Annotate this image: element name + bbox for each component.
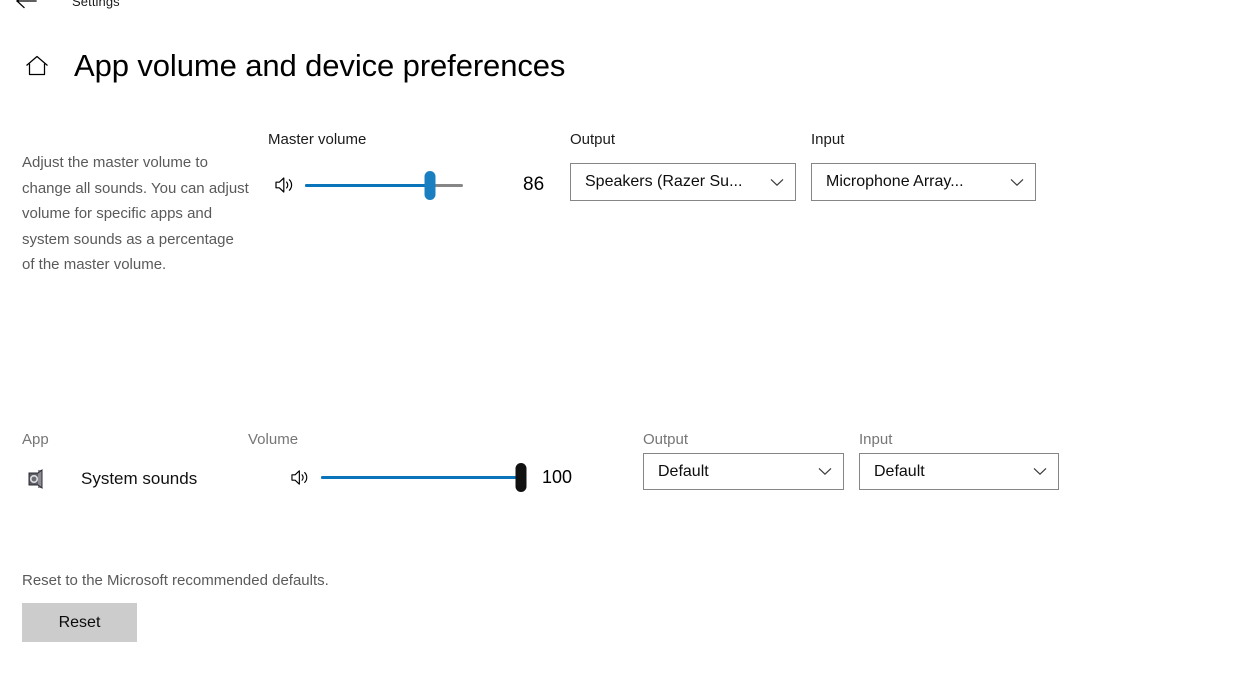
volume-column-header: Volume [248, 431, 299, 448]
list-item: System sounds [22, 465, 197, 493]
master-volume-value: 86 [523, 174, 545, 195]
slider-thumb[interactable] [424, 170, 436, 200]
app-input-column-header: Input [859, 431, 893, 448]
system-sounds-icon [22, 465, 52, 493]
app-input-dropdown[interactable]: Default [859, 453, 1059, 490]
master-input-value: Microphone Array... [826, 173, 964, 190]
chevron-down-icon [1008, 173, 1026, 191]
slider-fill [305, 183, 430, 187]
master-volume-slider[interactable] [305, 170, 463, 200]
master-volume-slider-row: 86 [272, 170, 544, 200]
app-output-dropdown[interactable]: Default [643, 453, 844, 490]
master-input-dropdown[interactable]: Microphone Array... [811, 163, 1036, 201]
speaker-icon[interactable] [272, 173, 298, 197]
app-name: System sounds [81, 469, 198, 488]
reset-button[interactable]: Reset [22, 603, 137, 642]
slider-fill [321, 475, 521, 479]
master-output-value: Speakers (Razer Su... [585, 173, 743, 190]
chevron-down-icon [816, 463, 834, 481]
master-input-label: Input [811, 131, 845, 148]
chevron-down-icon [768, 173, 786, 191]
home-icon[interactable] [22, 51, 52, 81]
settings-app-name: Settings [72, 0, 120, 9]
page-header: App volume and device preferences [22, 48, 565, 84]
app-volume-slider[interactable] [321, 462, 527, 492]
master-volume-description: Adjust the master volume to change all s… [22, 154, 249, 273]
back-arrow-icon[interactable] [12, 0, 42, 12]
settings-titlebar: Settings [0, 0, 1257, 14]
app-volume-value: 100 [542, 466, 573, 487]
page-title: App volume and device preferences [74, 48, 566, 83]
speaker-icon[interactable] [287, 465, 313, 489]
app-volume-slider-row: 100 [287, 462, 572, 492]
master-output-dropdown[interactable]: Speakers (Razer Su... [570, 163, 796, 201]
master-output-label: Output [570, 131, 616, 148]
app-output-value: Default [658, 462, 709, 480]
master-volume-label: Master volume [268, 131, 367, 148]
app-output-column-header: Output [643, 431, 689, 448]
chevron-down-icon [1031, 463, 1049, 481]
reset-description: Reset to the Microsoft recommended defau… [22, 572, 329, 589]
slider-thumb[interactable] [515, 462, 527, 492]
app-input-value: Default [874, 462, 925, 480]
app-column-header: App [22, 431, 49, 448]
